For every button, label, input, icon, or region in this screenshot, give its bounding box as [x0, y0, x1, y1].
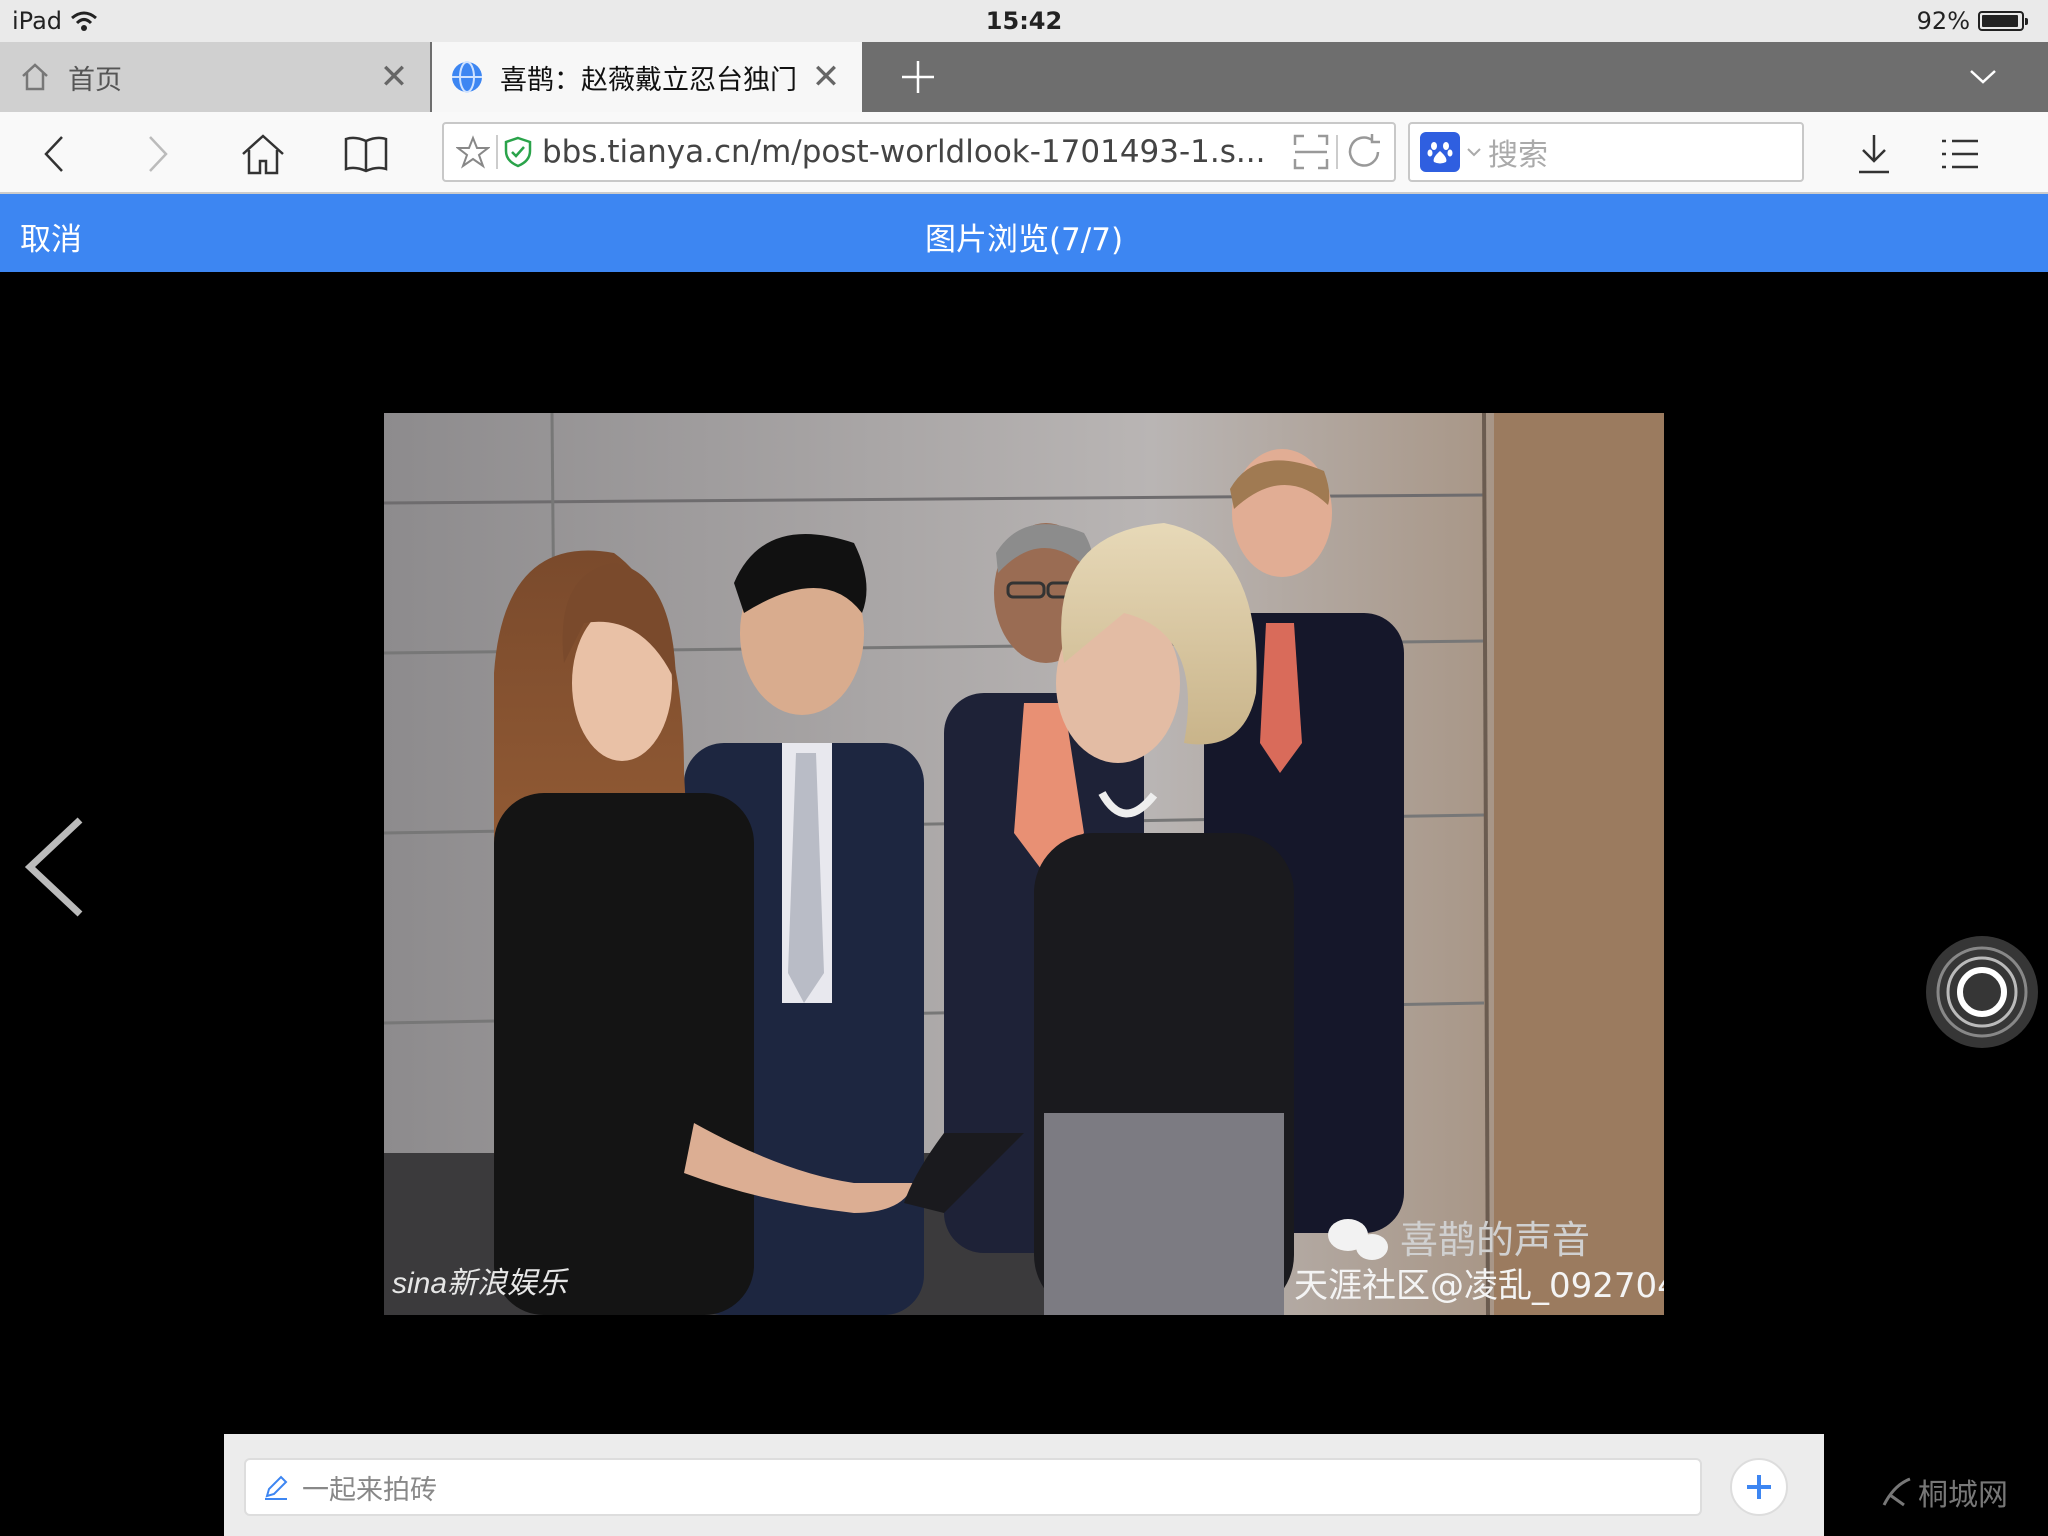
chevron-left-icon	[44, 136, 63, 172]
baidu-paw-icon[interactable]	[1420, 132, 1460, 172]
home-button[interactable]	[233, 124, 293, 184]
site-watermark: 桐城网	[1880, 1470, 2008, 1514]
list-menu-icon	[1942, 139, 1978, 169]
add-attachment-button[interactable]	[1730, 1458, 1788, 1516]
close-tab-icon[interactable]: ✕	[798, 49, 854, 105]
comment-placeholder: 一起来拍砖	[302, 1474, 437, 1506]
divider	[496, 135, 498, 169]
photo-watermark-channel: 喜鹊的声音	[1400, 1218, 1590, 1262]
menu-button[interactable]	[1930, 124, 1990, 184]
viewer-title: 图片浏览(7/7)	[924, 222, 1124, 258]
home-icon	[16, 58, 54, 96]
address-bar[interactable]: bbs.tianya.cn/m/post-worldlook-1701493-1…	[442, 122, 1396, 182]
globe-icon	[448, 58, 486, 96]
tab-home[interactable]: 首页 ✕	[0, 42, 430, 112]
assistive-touch-icon	[1936, 946, 2028, 1038]
download-button[interactable]	[1844, 124, 1904, 184]
tab-current-post[interactable]: 喜鹊：赵薇戴立忍台独门 ✕	[432, 42, 862, 112]
home-icon	[242, 134, 284, 175]
image-viewer: sina新浪娱乐 喜鹊的声音 天涯社区@凌乱_092704	[0, 272, 2048, 1436]
search-input[interactable]: 搜索	[1488, 130, 1548, 174]
site-watermark-text: 桐城网	[1918, 1478, 2008, 1513]
comment-input[interactable]: 一起来拍砖	[244, 1458, 1702, 1516]
pencil-icon	[260, 1471, 292, 1503]
plus-icon	[1747, 1475, 1771, 1499]
star-icon[interactable]	[456, 135, 490, 169]
book-icon	[344, 136, 388, 173]
battery-icon	[1978, 11, 2028, 31]
download-icon	[1859, 135, 1889, 174]
search-bar[interactable]: 搜索	[1408, 122, 1804, 182]
chevron-right-icon	[149, 136, 168, 172]
plus-icon	[902, 61, 934, 93]
tab-label: 首页	[68, 64, 122, 96]
site-logo-icon	[1882, 1477, 1911, 1507]
new-tab-button[interactable]	[888, 42, 948, 112]
forward-button[interactable]	[128, 124, 188, 184]
comment-bar: 一起来拍砖	[224, 1434, 1824, 1536]
assistive-touch-button[interactable]	[1926, 936, 2038, 1048]
url-text: bbs.tianya.cn/m/post-worldlook-1701493-1…	[542, 134, 1266, 170]
chevron-left-icon	[24, 817, 83, 917]
tab-list-button[interactable]	[1958, 52, 2008, 102]
previous-image-button[interactable]	[20, 812, 90, 922]
chevron-down-icon	[1970, 70, 1996, 84]
battery-status: 92%	[1916, 7, 2028, 35]
status-bar: iPad 15:42 92%	[0, 0, 2048, 42]
photo-watermark-sina: sina新浪娱乐	[392, 1267, 569, 1300]
scan-icon[interactable]	[1292, 133, 1330, 171]
bookmarks-button[interactable]	[336, 124, 396, 184]
image-viewer-header: 取消 图片浏览(7/7)	[0, 194, 2048, 272]
shield-check-icon	[504, 136, 532, 168]
close-tab-icon[interactable]: ✕	[366, 49, 422, 105]
clock: 15:42	[985, 7, 1063, 35]
news-photo[interactable]: sina新浪娱乐 喜鹊的声音 天涯社区@凌乱_092704	[384, 413, 1664, 1315]
back-button[interactable]	[24, 124, 84, 184]
refresh-icon[interactable]	[1344, 132, 1384, 172]
battery-percent: 92%	[1916, 7, 1970, 35]
divider	[1336, 135, 1338, 169]
tab-bar: 首页 ✕ 喜鹊：赵薇戴立忍台独门 ✕	[0, 42, 2048, 112]
tab-label: 喜鹊：赵薇戴立忍台独门	[500, 64, 797, 96]
photo-watermark-tianya: 天涯社区@凌乱_092704	[1294, 1266, 1664, 1306]
chevron-down-icon[interactable]	[1466, 146, 1482, 158]
browser-toolbar: bbs.tianya.cn/m/post-worldlook-1701493-1…	[0, 112, 2048, 194]
